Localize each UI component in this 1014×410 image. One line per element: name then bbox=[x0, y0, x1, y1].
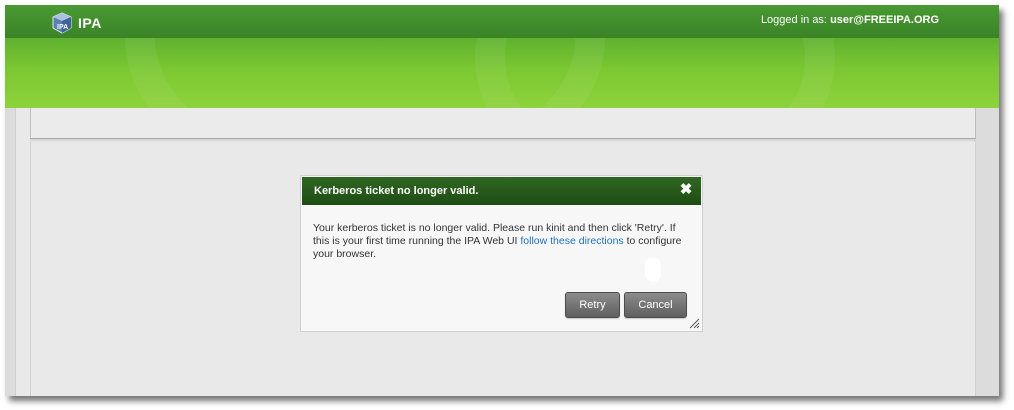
mouse-cursor-highlight bbox=[645, 258, 661, 282]
dialog-message: Your kerberos ticket is no longer valid.… bbox=[313, 222, 693, 261]
ipa-logo-icon: IPA bbox=[52, 12, 72, 34]
kerberos-error-dialog: Kerberos ticket no longer valid. ✖ Your … bbox=[300, 175, 703, 332]
follow-directions-link[interactable]: follow these directions bbox=[520, 235, 623, 247]
app-name: IPA bbox=[78, 15, 102, 31]
banner-decoration bbox=[475, 38, 835, 108]
header-top-bar: IPA IPA Logged in as: user@FREEIPA.ORG bbox=[5, 5, 999, 38]
dialog-title-text: Kerberos ticket no longer valid. bbox=[314, 185, 479, 197]
header-banner bbox=[5, 38, 999, 108]
dialog-title: Kerberos ticket no longer valid. ✖ bbox=[302, 177, 701, 205]
cancel-button[interactable]: Cancel bbox=[624, 292, 687, 318]
logged-in-user: user@FREEIPA.ORG bbox=[830, 14, 939, 26]
app-logo[interactable]: IPA IPA bbox=[52, 12, 102, 34]
close-icon[interactable]: ✖ bbox=[679, 182, 693, 197]
svg-text:IPA: IPA bbox=[57, 24, 68, 31]
content-toolbar bbox=[30, 108, 976, 139]
logged-in-status: Logged in as: user@FREEIPA.ORG bbox=[761, 14, 939, 26]
resize-grip-icon[interactable] bbox=[688, 317, 700, 329]
logged-in-label: Logged in as: bbox=[760, 14, 827, 26]
retry-button[interactable]: Retry bbox=[565, 292, 620, 318]
